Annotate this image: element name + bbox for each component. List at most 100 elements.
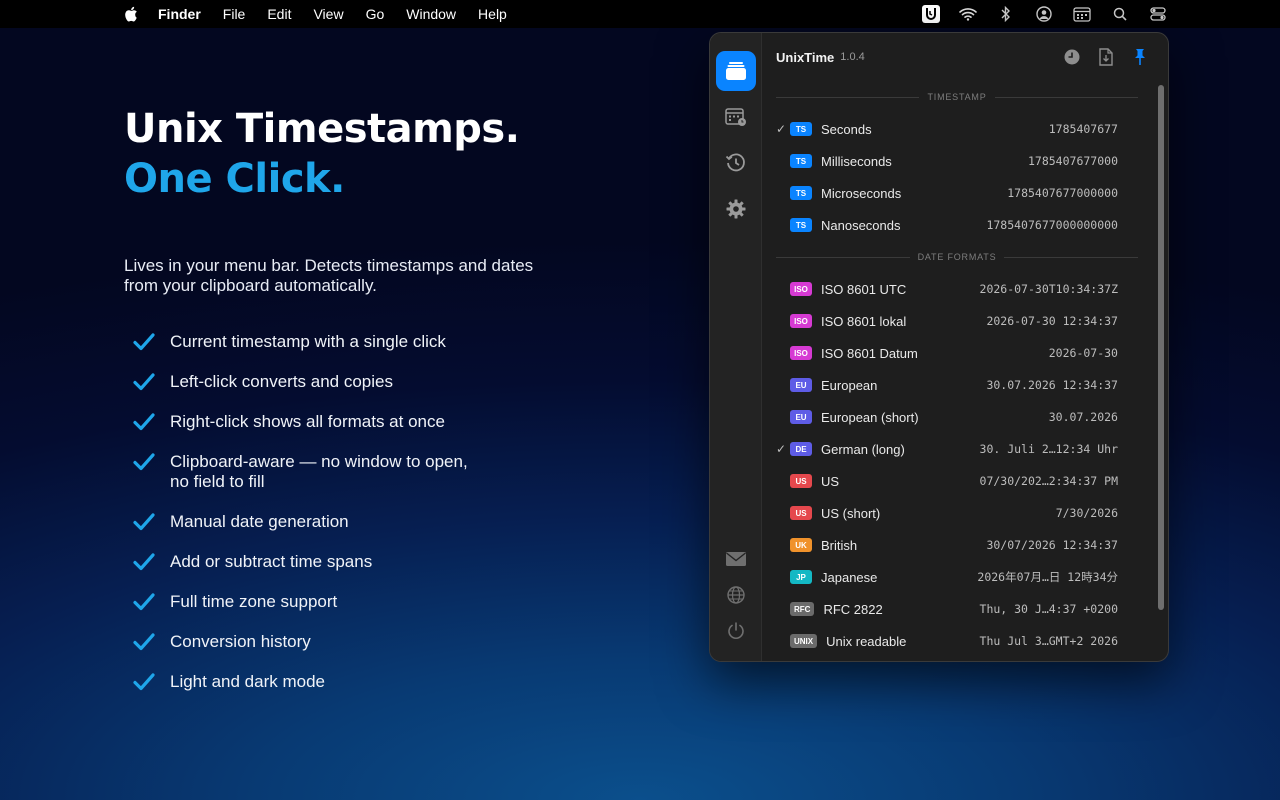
feature-text: Clipboard-aware — no window to open, no f… (170, 452, 468, 491)
hero-lead-line2: from your clipboard automatically. (124, 276, 377, 295)
bluetooth-icon[interactable] (996, 5, 1016, 23)
sidebar-settings-button[interactable] (716, 189, 756, 229)
feature-item: Left-click converts and copies (124, 372, 664, 392)
calendar-clock-icon (725, 108, 746, 126)
format-row[interactable]: TS Microseconds 1785407677000000 (762, 177, 1168, 209)
format-badge: RFC (790, 602, 815, 616)
wifi-icon[interactable] (958, 5, 978, 23)
section-header-timestamp: TIMESTAMP (762, 81, 1168, 113)
format-row[interactable]: EU European 30.07.2026 12:34:37 (762, 369, 1168, 401)
format-badge: TS (790, 122, 812, 136)
format-value: Thu Jul 3…GMT+2 2026 (979, 634, 1118, 648)
clock-icon[interactable] (1062, 47, 1082, 67)
unixtime-popover: UnixTime 1.0.4 TIMESTAMP ✓ TS Seconds 17854… (709, 32, 1169, 662)
checkmark-icon: ✓ (776, 122, 787, 136)
format-row[interactable]: ISO ISO 8601 lokal 2026-07-30 12:34:37 (762, 305, 1168, 337)
format-name: Seconds (821, 121, 872, 137)
format-badge: EU (790, 378, 812, 392)
format-name: Nanoseconds (821, 217, 901, 233)
sidebar-website-button[interactable] (716, 575, 756, 615)
pin-icon[interactable] (1130, 47, 1150, 67)
format-row[interactable]: ✓ DE German (long) 30. Juli 2…12:34 Uhr (762, 433, 1168, 465)
format-value: 30. Juli 2…12:34 Uhr (979, 442, 1118, 456)
checkmark-icon (133, 593, 155, 611)
format-value: 1785407677000000000 (986, 218, 1118, 232)
format-badge: UK (790, 538, 812, 552)
format-row[interactable]: TS Milliseconds 1785407677000 (762, 145, 1168, 177)
status-menu (922, 0, 1168, 28)
format-row[interactable]: ISO ISO 8601 Datum 2026-07-30 (762, 337, 1168, 369)
format-value: Thu, 30 J…4:37 +0200 (979, 602, 1118, 616)
format-name: Japanese (821, 569, 878, 585)
feature-item: Clipboard-aware — no window to open, no f… (124, 452, 664, 492)
format-row[interactable]: Custom 1Thursday, … 12:34 Uhr (762, 657, 1168, 661)
panel-header: UnixTime 1.0.4 (762, 33, 1168, 81)
clipboard-stack-icon (726, 62, 746, 80)
format-value: 2026-07-30 12:34:37 (986, 314, 1118, 328)
menu-window[interactable]: Window (406, 6, 456, 22)
feature-item: Conversion history (124, 632, 664, 652)
format-value: 30/07/2026 12:34:37 (986, 538, 1118, 552)
unixtime-icon[interactable] (922, 5, 940, 23)
feature-text: Manual date generation (170, 512, 349, 531)
search-icon[interactable] (1110, 5, 1130, 23)
format-badge: TS (790, 186, 812, 200)
export-file-icon[interactable] (1096, 47, 1116, 67)
checkmark-icon (133, 413, 155, 431)
feature-text: Current timestamp with a single click (170, 332, 446, 351)
format-row[interactable]: ISO ISO 8601 UTC 2026-07-30T10:34:37Z (762, 273, 1168, 305)
format-badge: JP (790, 570, 812, 584)
format-row[interactable]: EU European (short) 30.07.2026 (762, 401, 1168, 433)
sidebar-history-button[interactable] (716, 143, 756, 183)
section-label: TIMESTAMP (927, 92, 987, 102)
control-center-icon[interactable] (1148, 5, 1168, 23)
format-value: 2026-07-30 (1048, 346, 1118, 360)
checkmark-icon (133, 373, 155, 391)
format-badge: UNIX (790, 634, 818, 648)
format-row[interactable]: US US 07/30/202…2:34:37 PM (762, 465, 1168, 497)
menu-go[interactable]: Go (366, 6, 385, 22)
menu-edit[interactable]: Edit (267, 6, 291, 22)
format-row[interactable]: TS Nanoseconds 1785407677000000000 (762, 209, 1168, 241)
menu-finder[interactable]: Finder (158, 6, 201, 22)
format-value: 1785407677 (1048, 122, 1118, 136)
menu-help[interactable]: Help (478, 6, 507, 22)
feature-item: Manual date generation (124, 512, 664, 532)
sidebar-quit-button[interactable] (716, 611, 756, 651)
feature-text: Right-click shows all formats at once (170, 412, 445, 431)
format-row[interactable]: UNIX Unix readable Thu Jul 3…GMT+2 2026 (762, 625, 1168, 657)
sidebar-generate-button[interactable] (716, 97, 756, 137)
format-badge: TS (790, 218, 812, 232)
section-header-date-formats: DATE FORMATS (762, 241, 1168, 273)
sidebar-mail-button[interactable] (716, 539, 756, 579)
scrollbar[interactable] (1158, 85, 1164, 610)
format-row[interactable]: ✓ TS Seconds 1785407677 (762, 113, 1168, 145)
sidebar-convert-button[interactable] (716, 51, 756, 91)
format-row[interactable]: UK British 30/07/2026 12:34:37 (762, 529, 1168, 561)
format-name: ISO 8601 UTC (821, 281, 907, 297)
calendar-icon[interactable] (1072, 5, 1092, 23)
apple-logo-icon[interactable] (124, 6, 138, 22)
feature-item: Light and dark mode (124, 672, 664, 692)
app-title: UnixTime (776, 49, 835, 65)
format-row[interactable]: JP Japanese 2026年07月…日 12時34分 (762, 561, 1168, 593)
menu-view[interactable]: View (313, 6, 343, 22)
hero-lead: Lives in your menu bar. Detects timestam… (124, 256, 664, 296)
checkmark-icon (133, 513, 155, 531)
hero-title-line1: Unix Timestamps. (124, 106, 520, 152)
menu-file[interactable]: File (223, 6, 246, 22)
format-value: 30.07.2026 (1048, 410, 1118, 424)
format-value: 2026年07月…日 12時34分 (977, 570, 1118, 584)
checkmark-icon (133, 453, 155, 471)
feature-item: Add or subtract time spans (124, 552, 664, 572)
feature-text: Full time zone support (170, 592, 338, 611)
format-row[interactable]: RFC RFC 2822 Thu, 30 J…4:37 +0200 (762, 593, 1168, 625)
format-badge: ISO (790, 282, 812, 296)
format-row[interactable]: US US (short) 7/30/2026 (762, 497, 1168, 529)
format-value: 2026-07-30T10:34:37Z (979, 282, 1118, 296)
format-value: 30.07.2026 12:34:37 (986, 378, 1118, 392)
hero-title-line2: One Click. (124, 156, 345, 202)
feature-text: Light and dark mode (170, 672, 325, 691)
format-name: German (long) (821, 441, 905, 457)
user-icon[interactable] (1034, 5, 1054, 23)
